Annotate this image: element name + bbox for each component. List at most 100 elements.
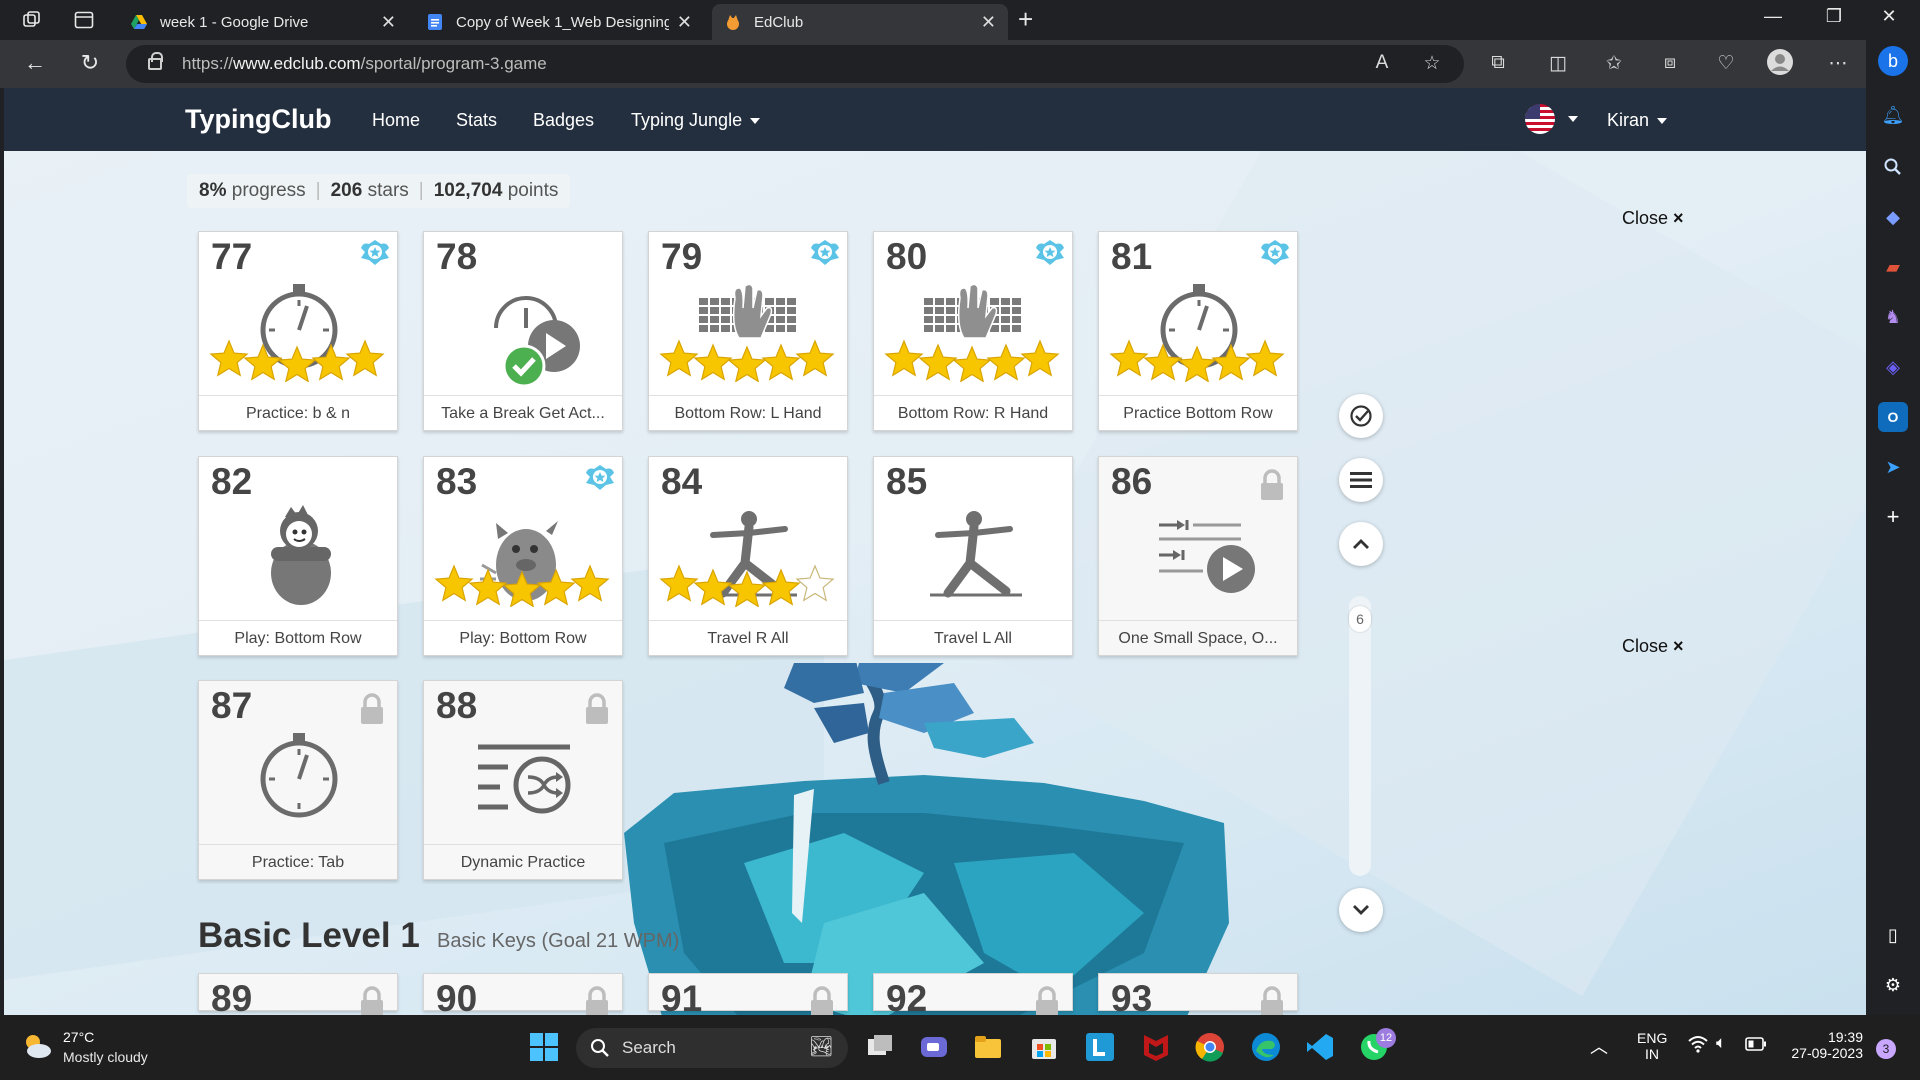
microsoft-store-icon[interactable]	[1028, 1031, 1060, 1063]
lesson-card-89[interactable]: 89	[198, 973, 398, 1015]
windows-start-icon[interactable]	[528, 1031, 560, 1063]
window-close-button[interactable]: ✕	[1866, 6, 1912, 27]
tab-edclub[interactable]: EdClub ✕	[712, 4, 1008, 40]
search-icon[interactable]	[1878, 152, 1908, 182]
volume-icon[interactable]: 🔈︎	[1716, 1033, 1726, 1053]
edge-browser-icon[interactable]	[1250, 1031, 1282, 1063]
lesson-card-92[interactable]: 92	[873, 973, 1073, 1015]
break-video-icon	[494, 296, 580, 388]
show-hidden-icons-chevron[interactable]: ︿	[1590, 1033, 1608, 1059]
notification-count-badge[interactable]: 3	[1876, 1039, 1896, 1059]
task-view-icon[interactable]	[864, 1031, 896, 1063]
nav-home[interactable]: Home	[372, 110, 420, 131]
notifications-icon[interactable]: 🔔︎	[1878, 100, 1908, 130]
extensions-icon[interactable]: ⧉	[1484, 52, 1512, 74]
lens-app-icon[interactable]	[1084, 1031, 1116, 1063]
wifi-icon[interactable]	[1688, 1035, 1708, 1058]
restore-button[interactable]: ❐	[1811, 6, 1857, 27]
close-tab-icon[interactable]: ✕	[981, 12, 996, 33]
lesson-card-80[interactable]: 80 Bottom Row: R Hand	[873, 231, 1073, 431]
scroll-up-button[interactable]	[1339, 522, 1383, 566]
lesson-card-93[interactable]: 93	[1098, 973, 1298, 1015]
clock[interactable]: 19:39 27-09-2023	[1783, 1029, 1863, 1061]
search-highlight-icon: 🏞︎	[808, 1036, 834, 1058]
read-aloud-icon[interactable]: A	[1368, 52, 1396, 74]
lesson-card-91[interactable]: 91	[648, 973, 848, 1015]
hide-sidebar-icon[interactable]: ▯	[1878, 920, 1908, 950]
lesson-card-83[interactable]: 83 Play: Bottom Row	[423, 456, 623, 656]
collections-icon[interactable]: ⧈	[1656, 52, 1684, 74]
close-button[interactable]: Close ×	[1622, 636, 1684, 657]
lock-icon	[361, 986, 383, 1015]
taskbar-search[interactable]: Search 🏞︎	[576, 1028, 848, 1068]
nav-badges[interactable]: Badges	[533, 110, 594, 131]
outlook-icon[interactable]: O	[1878, 402, 1908, 432]
bing-copilot-icon[interactable]: b	[1878, 46, 1908, 76]
weather-desc: Mostly cloudy	[63, 1049, 148, 1065]
refresh-button[interactable]: ↻	[75, 50, 105, 76]
new-tab-button[interactable]: +	[1018, 4, 1033, 35]
lesson-card-79[interactable]: 79 Bottom Row: L Hand	[648, 231, 848, 431]
lesson-card-90[interactable]: 90	[423, 973, 623, 1015]
scroll-position-indicator[interactable]: 6	[1349, 606, 1371, 632]
more-options-icon[interactable]: ⋯	[1824, 52, 1852, 75]
lesson-card-88[interactable]: 88 Dynamic Practice	[423, 680, 623, 880]
scroll-track[interactable]	[1349, 596, 1371, 876]
lesson-card-82[interactable]: 82 Play: Bottom Row	[198, 456, 398, 656]
workspaces-icon[interactable]	[16, 6, 48, 34]
lock-icon	[1261, 469, 1283, 500]
weather-widget[interactable]	[20, 1029, 54, 1068]
nav-stats[interactable]: Stats	[456, 110, 497, 131]
tools-icon[interactable]: ▰	[1878, 252, 1908, 282]
lock-icon[interactable]	[148, 52, 163, 70]
address-bar[interactable]: https://www.edclub.com/sportal/program-3…	[126, 45, 1464, 83]
battery-icon[interactable]	[1745, 1037, 1767, 1056]
games-icon[interactable]: ♞	[1878, 302, 1908, 332]
star-filled-icon	[277, 345, 317, 382]
lesson-card-87[interactable]: 87 Practice: Tab	[198, 680, 398, 880]
completed-filter-button[interactable]	[1339, 394, 1383, 438]
lesson-card-81[interactable]: 81 Practice Bottom Row	[1098, 231, 1298, 431]
tab-google-drive[interactable]: week 1 - Google Drive ✕	[118, 4, 408, 40]
nav-typing-jungle[interactable]: Typing Jungle	[631, 110, 761, 131]
chevron-down-icon[interactable]	[1568, 116, 1578, 122]
chrome-icon[interactable]	[1194, 1031, 1226, 1063]
mcafee-icon[interactable]	[1140, 1031, 1172, 1063]
close-button[interactable]: Close ×	[1622, 208, 1684, 229]
performance-icon[interactable]: ♡	[1712, 52, 1740, 75]
lesson-card-77[interactable]: 77 Practice: b & n	[198, 231, 398, 431]
brand-logo[interactable]: TypingClub	[185, 104, 331, 135]
drop-icon[interactable]: ➤	[1878, 452, 1908, 482]
back-button[interactable]: ←	[20, 50, 50, 76]
split-screen-icon[interactable]: ◫	[1544, 52, 1572, 75]
user-menu[interactable]: Kiran	[1607, 110, 1668, 131]
star-filled-icon	[345, 339, 385, 377]
menu-button[interactable]	[1339, 458, 1383, 502]
chat-icon[interactable]	[918, 1031, 950, 1063]
close-tab-icon[interactable]: ✕	[677, 12, 692, 33]
add-sidebar-app-icon[interactable]: +	[1878, 502, 1908, 532]
star-filled-icon	[761, 343, 801, 381]
close-tab-icon[interactable]: ✕	[381, 12, 396, 33]
vscode-icon[interactable]	[1304, 1031, 1336, 1063]
settings-gear-icon[interactable]: ⚙︎	[1878, 970, 1908, 1000]
windows-taskbar: 27°C Mostly cloudy Search 🏞︎ 12 ︿ ENG IN …	[0, 1015, 1920, 1080]
favorite-star-icon[interactable]: ☆	[1418, 52, 1446, 75]
search-icon	[591, 1039, 609, 1057]
favorites-icon[interactable]: ✩	[1600, 52, 1628, 75]
lesson-card-85[interactable]: 85 Travel L All	[873, 456, 1073, 656]
language-indicator[interactable]: ENG IN	[1637, 1030, 1667, 1062]
file-explorer-icon[interactable]	[972, 1031, 1004, 1063]
microsoft365-icon[interactable]: ◈	[1878, 352, 1908, 382]
lesson-card-78[interactable]: 78 Take a Break Get Act...	[423, 231, 623, 431]
lesson-card-84[interactable]: 84 Travel R All	[648, 456, 848, 656]
tab-google-doc[interactable]: Copy of Week 1_Web Designing ✕	[414, 4, 704, 40]
minimize-button[interactable]: —	[1750, 6, 1796, 27]
us-flag-icon[interactable]	[1525, 104, 1555, 134]
profile-avatar[interactable]	[1766, 48, 1794, 82]
shopping-tag-icon[interactable]: ◆	[1878, 202, 1908, 232]
scroll-down-button[interactable]	[1339, 888, 1383, 932]
star-filled-icon	[1245, 339, 1285, 377]
lesson-card-86[interactable]: 86 One Small Space, O...	[1098, 456, 1298, 656]
tab-actions-icon[interactable]	[68, 6, 100, 34]
